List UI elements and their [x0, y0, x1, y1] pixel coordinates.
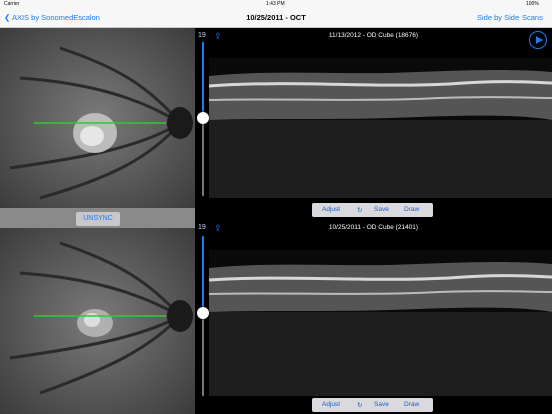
adjust-button[interactable]: Adjust — [322, 206, 340, 213]
draw-button[interactable]: Draw — [404, 206, 419, 213]
navigation-bar: ❮ AXIS by SonomedEscalon 10/25/2011 - OC… — [0, 8, 552, 28]
save-button[interactable]: Save — [374, 401, 389, 408]
scans-button[interactable]: Scans — [522, 13, 543, 22]
scan-toolbar: Adjust ↻ Save Draw — [312, 203, 433, 217]
battery-label: 100% — [526, 1, 539, 7]
adjust-button[interactable]: Adjust — [322, 401, 340, 408]
refresh-icon[interactable]: ↻ — [357, 401, 362, 409]
slice-slider-track — [202, 116, 204, 196]
slice-slider-track — [202, 312, 204, 396]
oct-scan-bottom — [209, 250, 552, 396]
fundus-image-bottom[interactable] — [0, 228, 195, 414]
carrier-label: Carrier — [4, 1, 20, 7]
save-button[interactable]: Save — [374, 206, 389, 213]
time-label: 1:43 PM — [266, 1, 285, 7]
fundus-svg-top — [0, 28, 195, 208]
scan-title: 10/25/2011 - OD Cube (21401) — [328, 224, 419, 231]
slice-slider-thumb[interactable] — [197, 112, 209, 124]
fundus-image-top[interactable] — [0, 28, 195, 208]
slice-slider-thumb[interactable] — [197, 307, 209, 319]
refresh-icon[interactable]: ↻ — [357, 206, 362, 214]
slice-slider-fill — [202, 42, 204, 116]
oct-panel-bottom: 19 ⇪ 10/25/2011 - OD Cube (21401) Adjust… — [195, 220, 552, 414]
draw-button[interactable]: Draw — [404, 401, 419, 408]
slice-slider-fill — [202, 236, 204, 312]
status-bar: Carrier 1:43 PM 100% — [0, 0, 552, 8]
fundus-svg-bottom — [0, 228, 195, 414]
scan-toolbar: Adjust ↻ Save Draw — [312, 398, 433, 412]
oct-panel-top: 19 ⇪ 11/13/2012 - OD Cube (18676) Adjust… — [195, 28, 552, 220]
play-icon[interactable] — [529, 31, 547, 49]
scan-title: 11/13/2012 - OD Cube (18676) — [328, 32, 419, 39]
side-by-side-button[interactable]: Side by Side — [477, 13, 519, 22]
unsync-button[interactable]: UNSYNC — [76, 212, 120, 226]
oct-scan-top — [209, 58, 552, 198]
page-title: 10/25/2011 - OCT — [246, 13, 306, 22]
